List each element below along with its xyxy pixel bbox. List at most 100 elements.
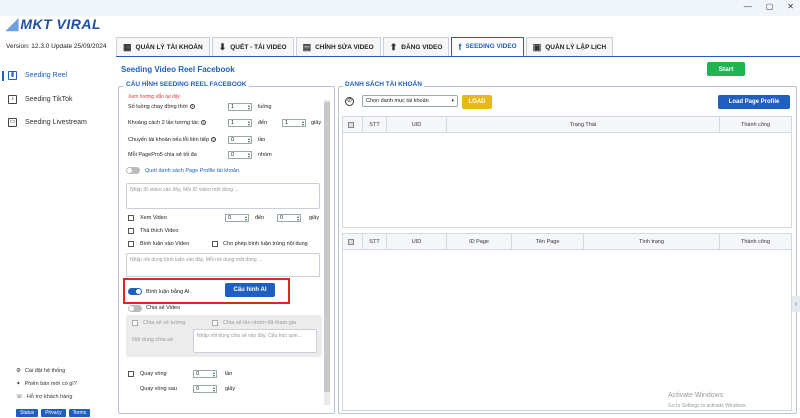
account-category-select[interactable]: Chọn danh mục tài khoản ▾: [362, 95, 458, 107]
main-tabs: ▦ QUẢN LÝ TÀI KHOẢN ⬇ QUÉT - TẢI VIDEO ▤…: [116, 37, 614, 57]
start-button[interactable]: Start: [707, 62, 745, 76]
spinner-arrows-icon[interactable]: ▴ ▾: [248, 104, 250, 111]
interval-to-input[interactable]: 1 ▴ ▾: [282, 119, 306, 127]
share-wall-checkbox[interactable]: [132, 320, 138, 326]
chevron-down-icon: ▾: [451, 98, 454, 104]
interval-label: Khoảng cách 2 lần tương tác?: [128, 120, 206, 126]
col-success[interactable]: Thành công: [719, 117, 791, 133]
watch-video-label: Xem Video: [140, 215, 167, 221]
loop-after-unit: giây: [225, 386, 236, 392]
tab-edit-video[interactable]: ▤ CHỈNH SỬA VIDEO: [295, 37, 381, 57]
loop-checkbox[interactable]: [128, 371, 134, 377]
scan-profile-label: Quét danh sách Page Profile tài khoản: [145, 168, 240, 174]
tab-post-video[interactable]: ⬆ ĐĂNG VIDEO: [382, 37, 450, 57]
spinner-arrows-icon[interactable]: ▴ ▾: [248, 120, 250, 127]
threads-input[interactable]: 1 ▴ ▾: [228, 103, 252, 111]
col-uid[interactable]: UID: [386, 117, 446, 133]
sidebar-item-seeding-tiktok[interactable]: ♪ Seeding TikTok: [8, 95, 72, 104]
interval-to-label: đến: [258, 120, 268, 126]
spinner-arrows-icon[interactable]: ▴ ▾: [213, 386, 215, 393]
share-group-checkbox[interactable]: [212, 320, 218, 326]
tab-scan-download[interactable]: ⬇ QUÉT - TẢI VIDEO: [211, 37, 294, 57]
footer-links: Status Privacy Terms: [16, 409, 91, 417]
maximize-icon[interactable]: ▢: [766, 2, 774, 11]
scan-profile-toggle[interactable]: [126, 167, 140, 174]
loop-input[interactable]: 0 ▴ ▾: [193, 370, 217, 378]
tab-label: SEEDING VIDEO: [465, 43, 517, 50]
watch-from-input[interactable]: 0 ▴ ▾: [225, 214, 249, 222]
select-all-checkbox[interactable]: [348, 122, 354, 128]
comment-textarea[interactable]: Nhập nội dung bình luận vào đây, Mỗi nội…: [126, 253, 320, 277]
facebook-icon: f: [458, 41, 462, 52]
help-icon[interactable]: ?: [211, 137, 217, 142]
status-link[interactable]: Status: [16, 409, 39, 417]
col-stt[interactable]: STT: [362, 234, 386, 250]
watch-to-input[interactable]: 0 ▴ ▾: [277, 214, 301, 222]
sidebar-item-label: Seeding Livestream: [25, 119, 87, 126]
interval-from-input[interactable]: 1 ▴ ▾: [228, 119, 252, 127]
customer-support-link[interactable]: ☏ Hỗ trợ khách hàng: [16, 394, 72, 400]
col-condition[interactable]: Tình trạng: [583, 234, 719, 250]
col-page-name[interactable]: Tên Page: [511, 234, 583, 250]
reel-icon: ▮: [8, 71, 17, 80]
accounts-table-header: STT UID Trạng Thái Thành công: [343, 117, 791, 133]
video-ids-textarea[interactable]: Nhập ID video vào đây, Mỗi ID video một …: [126, 183, 320, 209]
system-settings-link[interactable]: ⚙ Cài đặt hệ thống: [16, 368, 65, 374]
help-icon[interactable]: ?: [189, 104, 195, 109]
guide-link[interactable]: Xem hướng dẫn tại đây: [128, 94, 180, 100]
spinner-arrows-icon[interactable]: ▴ ▾: [302, 120, 304, 127]
col-success[interactable]: Thành công: [719, 234, 791, 250]
allow-duplicate-checkbox[interactable]: [212, 241, 218, 247]
windows-watermark-subtitle: Go to Settings to activate Windows.: [668, 403, 747, 409]
threads-label: Số luồng chạy đồng thời?: [128, 104, 195, 110]
col-stt[interactable]: STT: [362, 117, 386, 133]
load-button[interactable]: LOAD: [462, 95, 492, 109]
share-content-label: Nội dung chia sẻ: [132, 337, 173, 343]
logo-icon: ◢: [6, 16, 19, 33]
col-page-id[interactable]: ID Page: [446, 234, 511, 250]
clear-filter-icon[interactable]: ⊘: [345, 97, 354, 106]
comment-video-checkbox[interactable]: [128, 241, 134, 247]
link-label: Phiên bản mới có gì?: [24, 381, 77, 387]
tab-seeding-video[interactable]: f SEEDING VIDEO: [451, 37, 524, 57]
watch-video-checkbox[interactable]: [128, 215, 134, 221]
minimize-icon[interactable]: —: [744, 2, 752, 11]
pages-table-header: STT UID ID Page Tên Page Tình trạng Thàn…: [343, 234, 791, 250]
privacy-link[interactable]: Privacy: [41, 409, 66, 417]
help-icon[interactable]: ?: [200, 120, 206, 125]
scrollbar-thumb[interactable]: [324, 102, 330, 392]
spinner-arrows-icon[interactable]: ▴ ▾: [245, 215, 247, 222]
chevron-left-icon[interactable]: ‹: [792, 296, 800, 312]
col-status[interactable]: Trạng Thái: [446, 117, 719, 133]
ai-config-button[interactable]: Cấu hình AI: [225, 283, 275, 297]
window-controls: — ▢ ✕: [744, 2, 794, 11]
comment-video-label: Bình luận vào Video: [140, 241, 190, 247]
share-video-toggle[interactable]: [128, 305, 142, 312]
terms-link[interactable]: Terms: [68, 409, 91, 417]
switch-account-input[interactable]: 0 ▴ ▾: [228, 136, 252, 144]
download-icon: ⬇: [218, 42, 227, 52]
ai-comment-toggle[interactable]: [128, 288, 142, 295]
spinner-arrows-icon[interactable]: ▴ ▾: [213, 371, 215, 378]
gear-icon: ⚙: [16, 368, 21, 374]
sidebar-item-seeding-reel[interactable]: ▮ Seeding Reel: [8, 71, 67, 80]
select-all-checkbox[interactable]: [348, 239, 354, 245]
watch-to-label: đến: [255, 215, 265, 221]
max-share-input[interactable]: 0 ▴ ▾: [228, 151, 252, 159]
whats-new-link[interactable]: ✦ Phiên bản mới có gì?: [16, 381, 77, 387]
sidebar-item-seeding-livestream[interactable]: ▭ Seeding Livestream: [8, 118, 87, 127]
config-scrollbar[interactable]: [324, 100, 330, 405]
tab-schedule-manager[interactable]: ▣ QUẢN LÝ LẬP LỊCH: [525, 37, 614, 57]
loop-after-input[interactable]: 0 ▴ ▾: [193, 385, 217, 393]
share-content-textarea[interactable]: Nhập nội dung chia sẻ vào đây, Cấu trúc …: [193, 329, 317, 353]
spinner-arrows-icon[interactable]: ▴ ▾: [248, 152, 250, 159]
spinner-arrows-icon[interactable]: ▴ ▾: [248, 137, 250, 144]
load-page-profile-button[interactable]: Load Page Profile: [718, 95, 790, 109]
col-uid[interactable]: UID: [386, 234, 446, 250]
like-video-checkbox[interactable]: [128, 228, 134, 234]
link-label: Hỗ trợ khách hàng: [26, 394, 73, 400]
sidebar-item-label: Seeding TikTok: [25, 96, 73, 103]
spinner-arrows-icon[interactable]: ▴ ▾: [297, 215, 299, 222]
tab-account-manager[interactable]: ▦ QUẢN LÝ TÀI KHOẢN: [116, 37, 210, 57]
close-icon[interactable]: ✕: [787, 2, 794, 11]
